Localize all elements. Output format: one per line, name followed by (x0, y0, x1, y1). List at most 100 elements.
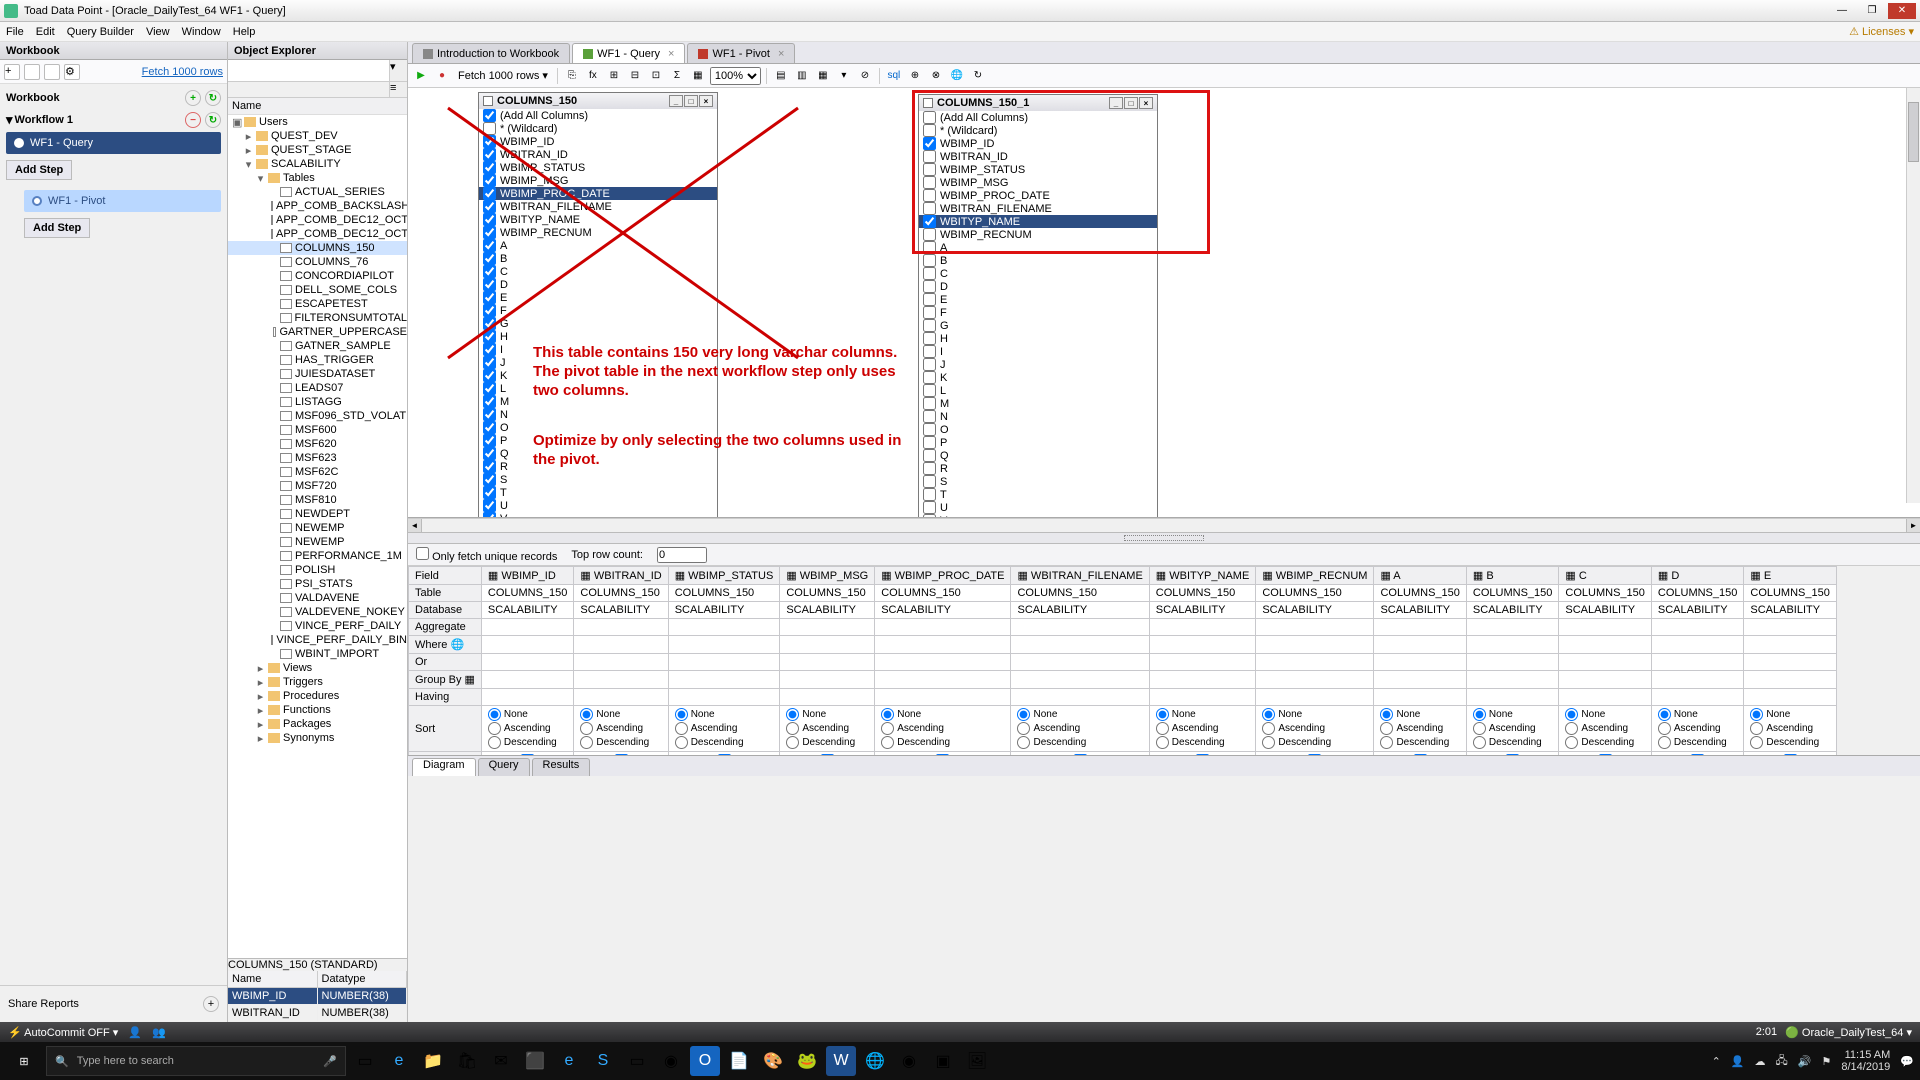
sort-option[interactable]: Descending (1156, 736, 1250, 749)
column-item[interactable]: K (919, 371, 1157, 384)
fetch-link[interactable]: Fetch 1000 rows (142, 66, 223, 78)
outlook-icon[interactable]: O (690, 1046, 720, 1076)
start-button[interactable]: ⊞ (6, 1046, 42, 1076)
column-checkbox[interactable] (923, 345, 936, 358)
tb-icon-4[interactable]: ⊟ (626, 67, 644, 85)
sort-option[interactable]: Ascending (786, 722, 868, 735)
sort-option[interactable]: Ascending (1473, 722, 1552, 735)
grid-field-header[interactable]: ▦ WBIMP_RECNUM (1256, 567, 1374, 585)
tb-icon-6[interactable]: Σ (668, 67, 686, 85)
column-item[interactable]: A (919, 241, 1157, 254)
taskbar-search[interactable]: 🔍 Type here to search🎤 (46, 1046, 346, 1076)
menu-edit[interactable]: Edit (36, 26, 55, 38)
add-share-icon[interactable]: + (203, 996, 219, 1012)
grid-field-header[interactable]: ▦ E (1744, 567, 1836, 585)
explorer-search-dropdown[interactable]: ▾ (389, 60, 407, 81)
tree-row[interactable]: APP_COMB_DEC12_OCT (228, 213, 407, 227)
notepad-icon[interactable]: 📄 (724, 1046, 754, 1076)
tree-row[interactable]: NEWEMP (228, 535, 407, 549)
column-item[interactable]: * (Wildcard) (919, 124, 1157, 137)
word-icon[interactable]: W (826, 1046, 856, 1076)
tree-row[interactable]: MSF810 (228, 493, 407, 507)
toad-icon[interactable]: 🐸 (792, 1046, 822, 1076)
column-checkbox[interactable] (483, 395, 496, 408)
grid-field-header[interactable]: ▦ WBIMP_MSG (780, 567, 875, 585)
column-checkbox[interactable] (923, 371, 936, 384)
column-checkbox[interactable] (923, 501, 936, 514)
sort-option[interactable]: None (488, 708, 567, 721)
tree-row[interactable]: MSF623 (228, 451, 407, 465)
column-checkbox[interactable] (923, 228, 936, 241)
task-view-icon[interactable]: ▭ (350, 1046, 380, 1076)
box-max-icon[interactable]: □ (1124, 97, 1138, 109)
column-item[interactable]: (Add All Columns) (919, 111, 1157, 124)
column-item[interactable]: D (919, 280, 1157, 293)
column-checkbox[interactable] (923, 215, 936, 228)
menu-view[interactable]: View (146, 26, 170, 38)
column-item[interactable]: N (479, 408, 717, 421)
tb-icon-9[interactable]: ▥ (793, 67, 811, 85)
column-checkbox[interactable] (923, 410, 936, 423)
column-item[interactable]: L (919, 384, 1157, 397)
tb-icon-13[interactable]: ⊕ (906, 67, 924, 85)
tree-row[interactable]: APP_COMB_BACKSLASH (228, 199, 407, 213)
status-icon-1[interactable]: 👤 (128, 1026, 142, 1039)
column-item[interactable]: F (919, 306, 1157, 319)
column-checkbox[interactable] (483, 473, 496, 486)
column-item[interactable]: U (919, 501, 1157, 514)
add-workflow-icon[interactable]: + (185, 90, 201, 106)
column-checkbox[interactable] (923, 189, 936, 202)
column-checkbox[interactable] (923, 306, 936, 319)
column-item[interactable]: S (919, 475, 1157, 488)
maximize-button[interactable]: ❐ (1858, 3, 1886, 19)
sort-option[interactable]: None (1473, 708, 1552, 721)
tree-row[interactable]: APP_COMB_DEC12_OCT (228, 227, 407, 241)
tree-row[interactable]: ▸Views (228, 661, 407, 675)
tree-row[interactable]: ESCAPETEST (228, 297, 407, 311)
tree-row[interactable]: COLUMNS_76 (228, 255, 407, 269)
column-checkbox[interactable] (483, 512, 496, 518)
sort-option[interactable]: Descending (1380, 736, 1459, 749)
tree-row[interactable]: VALDEVENE_NOKEY (228, 605, 407, 619)
menu-window[interactable]: Window (182, 26, 221, 38)
sort-option[interactable]: None (1380, 708, 1459, 721)
btab-results[interactable]: Results (532, 758, 591, 776)
column-checkbox[interactable] (923, 124, 936, 137)
minimize-button[interactable]: — (1828, 3, 1856, 19)
tab-close-icon[interactable]: × (778, 48, 784, 60)
sort-option[interactable]: None (1017, 708, 1142, 721)
column-item[interactable]: V (919, 514, 1157, 518)
system-tray[interactable]: ⌃ 👤 ☁ 🖧 🔊 ⚑ 11:15 AM8/14/2019 💬 (1712, 1049, 1914, 1073)
explorer-tree[interactable]: Name ▣Users▸QUEST_DEV▸QUEST_STAGE▾SCALAB… (228, 98, 407, 958)
tree-row[interactable]: VALDAVENE (228, 591, 407, 605)
sort-option[interactable]: Descending (1658, 736, 1737, 749)
column-checkbox[interactable] (923, 319, 936, 332)
tree-row[interactable]: MSF620 (228, 437, 407, 451)
tree-row[interactable]: VINCE_PERF_DAILY (228, 619, 407, 633)
sort-option[interactable]: Ascending (1017, 722, 1142, 735)
mail-icon[interactable]: ✉ (486, 1046, 516, 1076)
sort-option[interactable]: Descending (786, 736, 868, 749)
tree-row[interactable]: GARTNER_UPPERCASE (228, 325, 407, 339)
sort-option[interactable]: Ascending (1750, 722, 1829, 735)
column-checkbox[interactable] (923, 462, 936, 475)
sort-option[interactable]: Ascending (675, 722, 774, 735)
column-checkbox[interactable] (923, 137, 936, 150)
tree-row[interactable]: ▸Functions (228, 703, 407, 717)
step-pivot[interactable]: WF1 - Pivot (24, 190, 221, 212)
sort-option[interactable]: None (786, 708, 868, 721)
tray-cloud-icon[interactable]: ☁ (1755, 1055, 1766, 1068)
share-reports[interactable]: Share Reports + (0, 985, 227, 1022)
tree-row[interactable]: COLUMNS_150 (228, 241, 407, 255)
btab-diagram[interactable]: Diagram (412, 758, 476, 776)
sort-option[interactable]: Descending (1473, 736, 1552, 749)
column-item[interactable]: WBIMP_MSG (919, 176, 1157, 189)
sort-option[interactable]: Descending (1565, 736, 1644, 749)
fetch-dropdown[interactable]: Fetch 1000 rows ▾ (454, 69, 552, 82)
column-checkbox[interactable] (923, 488, 936, 501)
sort-option[interactable]: None (1156, 708, 1250, 721)
column-checkbox[interactable] (923, 449, 936, 462)
status-connection[interactable]: 🟢 Oracle_DailyTest_64 ▾ (1785, 1026, 1912, 1039)
stop-button[interactable]: ● (433, 67, 451, 85)
refresh-workflow-icon[interactable]: ↻ (205, 112, 221, 128)
